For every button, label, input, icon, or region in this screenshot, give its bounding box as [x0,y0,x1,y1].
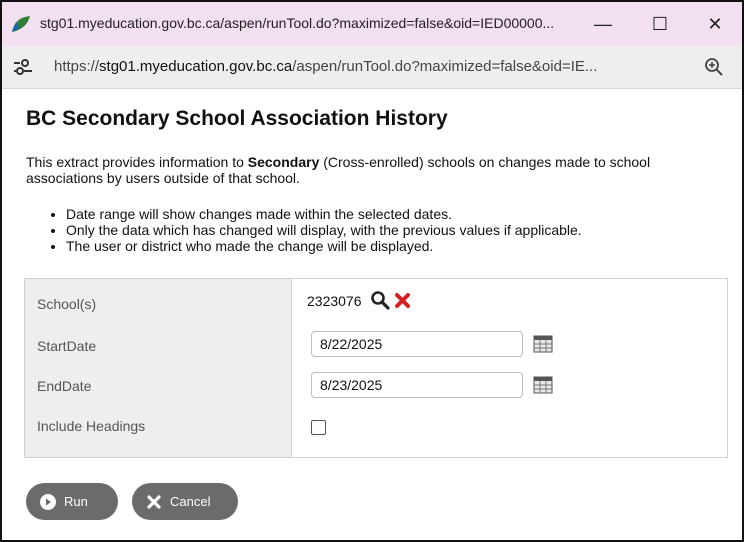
x-icon [147,494,161,509]
url-scheme: https:// [54,58,100,75]
url-host: stg01.myeducation.gov.bc.ca [99,58,293,75]
start-date-input[interactable] [311,331,523,357]
page-description: This extract provides information to Sec… [26,154,726,186]
end-date-label: EndDate [37,378,92,394]
include-headings-label: Include Headings [37,418,146,434]
page-title: BC Secondary School Association History [26,107,448,130]
bullet-item: The user or district who made the change… [66,238,742,254]
maximize-button[interactable]: ☐ [637,8,683,40]
title-bar: stg01.myeducation.gov.bc.ca/aspen/runToo… [2,2,742,46]
description-bold: Secondary [247,154,320,170]
browser-window: stg01.myeducation.gov.bc.ca/aspen/runToo… [0,0,744,542]
close-button[interactable]: ✕ [692,8,738,40]
calendar-icon[interactable] [533,376,553,394]
calendar-icon[interactable] [533,335,553,353]
bullet-item: Date range will show changes made within… [66,206,742,222]
app-logo-icon [12,16,30,32]
cancel-button[interactable]: Cancel [132,483,238,520]
tool-content: BC Secondary School Association History … [2,89,742,540]
zoom-icon[interactable] [704,57,724,77]
description-prefix: This extract provides information to [26,154,248,170]
search-icon[interactable] [370,290,390,310]
site-settings-icon[interactable] [12,57,34,77]
info-bullets: Date range will show changes made within… [44,206,742,254]
url-path: /aspen/runTool.do?maximized=false&oid=IE… [292,58,598,75]
school-value: 2323076 [307,293,362,309]
url-field[interactable]: https://stg01.myeducation.gov.bc.ca/aspe… [54,58,597,75]
minimize-button[interactable]: — [580,8,626,40]
bullet-item: Only the data which has changed will dis… [66,222,742,238]
cancel-label: Cancel [170,494,211,509]
parameters-table: School(s) 2323076 StartDate EndDate [24,278,728,458]
window-title: stg01.myeducation.gov.bc.ca/aspen/runToo… [40,15,555,31]
school-label: School(s) [37,296,97,312]
run-label: Run [64,494,88,509]
run-button[interactable]: Run [26,483,118,520]
include-headings-checkbox[interactable] [311,420,326,435]
delete-icon[interactable] [394,292,411,309]
end-date-input[interactable] [311,372,523,398]
start-date-label: StartDate [37,338,97,354]
play-circle-icon [40,493,56,510]
address-bar: https://stg01.myeducation.gov.bc.ca/aspe… [2,46,742,89]
